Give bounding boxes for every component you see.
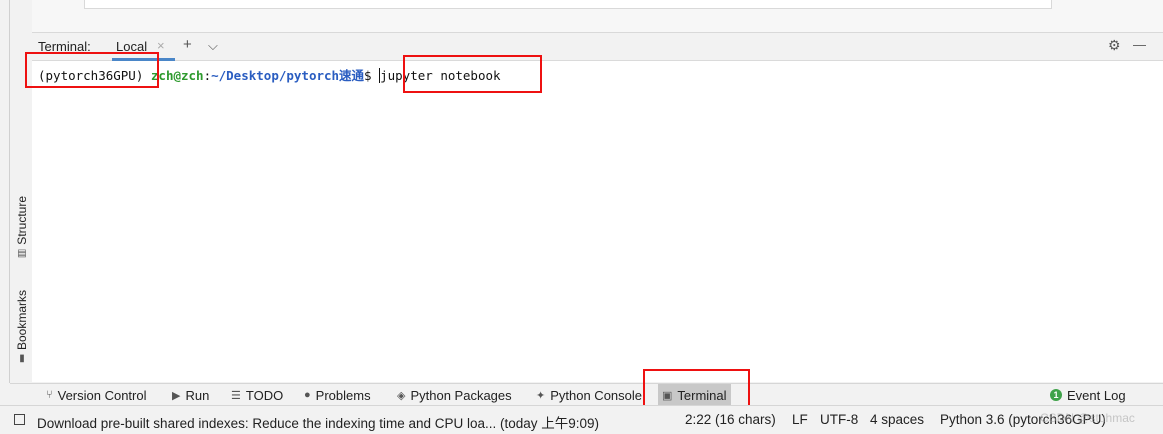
tool-todo[interactable]: ☰ TODO <box>227 384 287 406</box>
prompt-colon: : <box>203 68 212 83</box>
tool-label: Run <box>185 387 210 403</box>
bookmark-icon: ▮ <box>19 353 25 365</box>
info-circle-icon: ● <box>304 389 311 401</box>
indent-setting[interactable]: 4 spaces <box>870 412 924 427</box>
command-text: jupyter notebook <box>380 68 501 83</box>
tool-label: Python Console <box>550 387 642 403</box>
tool-python-console[interactable]: ✦ Python Console <box>532 384 646 406</box>
tool-version-control[interactable]: ⑂ Version Control <box>42 384 151 406</box>
layers-icon: ◈ <box>397 389 406 402</box>
working-directory: ~/Desktop/pytorch速通 <box>211 68 365 83</box>
tab-local[interactable]: Local × <box>112 33 175 61</box>
left-tool-strip: Structure ▤ Bookmarks ▮ <box>0 0 32 383</box>
cursor-position[interactable]: 2:22 (16 chars) <box>685 412 776 427</box>
list-icon: ☰ <box>231 389 241 402</box>
structure-tab[interactable]: Structure ▤ <box>12 196 32 259</box>
structure-tab-label: Structure <box>15 196 29 245</box>
tool-label: Version Control <box>57 387 147 403</box>
close-icon[interactable]: × <box>157 38 165 53</box>
line-separator[interactable]: LF <box>792 412 808 427</box>
tool-problems[interactable]: ● Problems <box>300 384 375 406</box>
tool-label: Terminal <box>677 387 727 403</box>
terminal-header: Terminal: Local × + ⌵ ⚙ — <box>32 33 1163 61</box>
tool-label: Python Packages <box>410 387 512 403</box>
bookmarks-tab[interactable]: Bookmarks ▮ <box>12 290 32 364</box>
conda-env: (pytorch36GPU) <box>38 68 144 83</box>
tool-label: TODO <box>245 387 284 403</box>
editor-area <box>32 0 1163 33</box>
structure-icon: ▤ <box>17 247 27 259</box>
tool-terminal[interactable]: ▣ Terminal <box>658 384 731 406</box>
python-icon: ✦ <box>536 389 546 402</box>
new-tab-button[interactable]: + <box>183 36 192 53</box>
event-log-button[interactable]: 1 Event Log <box>1046 384 1130 406</box>
tool-run[interactable]: ▶ Run <box>168 384 213 406</box>
status-bar: Download pre-built shared indexes: Reduc… <box>0 405 1163 434</box>
bookmarks-tab-label: Bookmarks <box>15 290 29 351</box>
play-icon: ▶ <box>172 389 181 402</box>
prompt-symbol: $ <box>364 68 372 83</box>
event-count-badge: 1 <box>1050 389 1062 401</box>
tab-local-label: Local <box>116 39 148 54</box>
tool-label: Problems <box>315 387 371 403</box>
tool-python-packages[interactable]: ◈ Python Packages <box>393 384 516 406</box>
file-encoding[interactable]: UTF-8 <box>820 412 858 427</box>
minimize-icon[interactable]: — <box>1133 37 1146 52</box>
terminal-title: Terminal: <box>38 39 91 54</box>
chevron-down-icon[interactable]: ⌵ <box>208 38 218 54</box>
terminal-icon: ▣ <box>662 389 673 402</box>
user-host: zch@zch <box>150 68 204 83</box>
status-message[interactable]: Download pre-built shared indexes: Reduc… <box>37 412 599 432</box>
strip-divider <box>9 0 10 383</box>
square-icon[interactable] <box>14 414 25 425</box>
editor-pane <box>84 0 1052 9</box>
tool-window-bar: ⑂ Version Control ▶ Run ☰ TODO ● Problems ◈ P… <box>10 383 1163 406</box>
prompt-line: (pytorch36GPU) zch@zch:~/Desktop/pytorch… <box>38 65 501 84</box>
gear-icon[interactable]: ⚙ <box>1108 37 1121 54</box>
event-log-label: Event Log <box>1067 387 1126 403</box>
terminal-output[interactable]: (pytorch36GPU) zch@zch:~/Desktop/pytorch… <box>32 61 1163 382</box>
branch-icon: ⑂ <box>46 389 53 401</box>
watermark: CSDN @stuhmac <box>1040 411 1135 425</box>
